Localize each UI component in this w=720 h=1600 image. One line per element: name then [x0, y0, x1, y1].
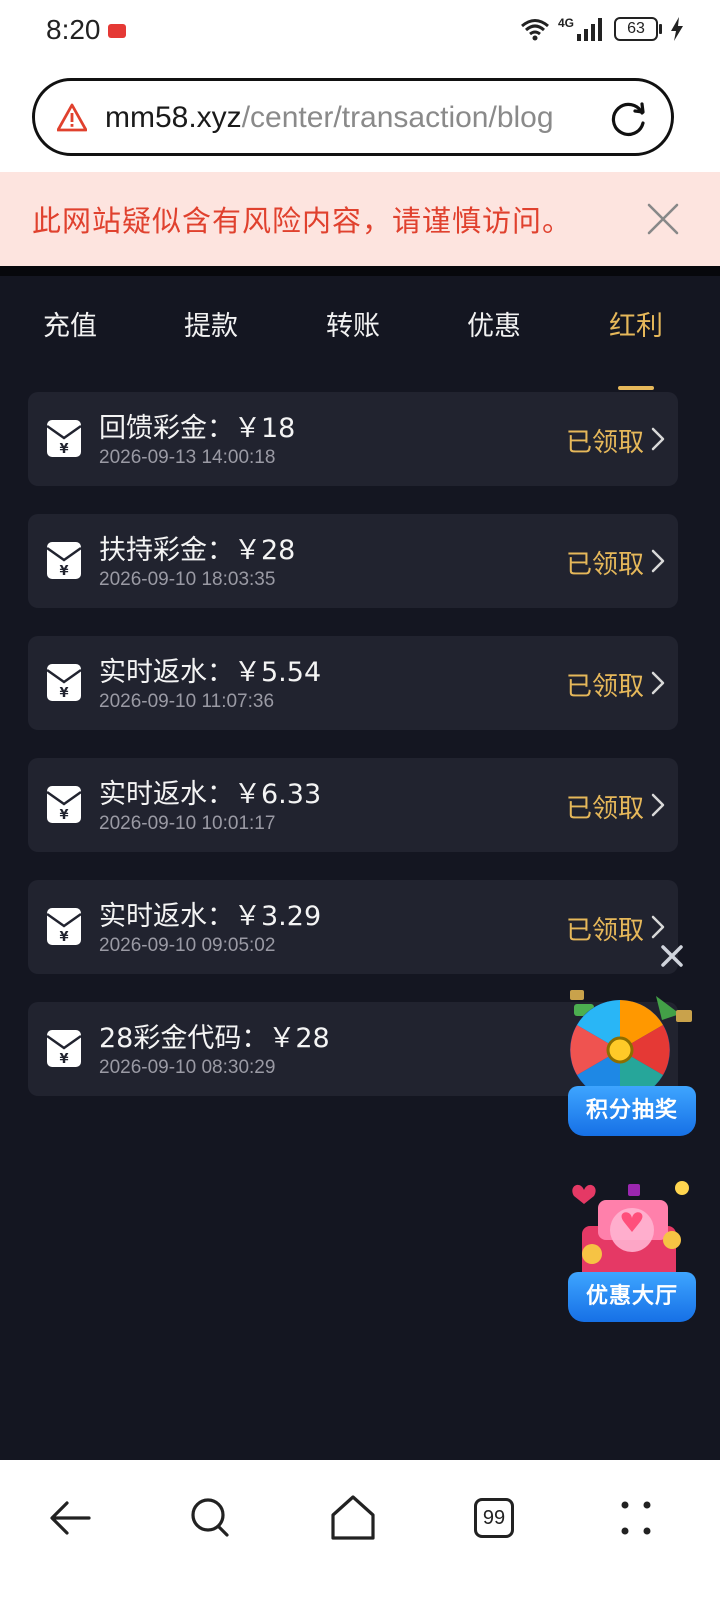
tab-bonus[interactable]: 红利: [586, 304, 686, 343]
active-tab-indicator: [618, 386, 654, 390]
record-time: 2026-09-10 18:03:35: [99, 569, 276, 590]
record-time: 2026-09-13 14:00:18: [99, 447, 276, 468]
status-bar: 8:20 4G 63: [0, 0, 720, 64]
risk-warning-banner: 此网站疑似含有风险内容，请谨慎访问。: [0, 172, 720, 266]
record-status: 已领取: [565, 794, 644, 824]
record-title: 扶持彩金：￥28: [99, 535, 296, 566]
bonus-record[interactable]: ¥ 实时返水：￥5.54 2026-09-10 11:07:36 已领取: [28, 636, 678, 730]
tab-count: 99: [474, 1498, 514, 1538]
back-arrow-icon[interactable]: [41, 1488, 101, 1548]
tab-deposit[interactable]: 充值: [20, 304, 120, 343]
home-icon[interactable]: [323, 1488, 383, 1548]
transaction-tabs: 充值 提款 转账 优惠 红利: [0, 294, 720, 390]
bonus-record[interactable]: ¥ 扶持彩金：￥28 2026-09-10 18:03:35 已领取: [28, 514, 678, 608]
chevron-right-icon: [651, 427, 665, 451]
address-bar[interactable]: mm58.xyz/center/transaction/blog: [32, 78, 674, 156]
record-time: 2026-09-10 11:07:36: [99, 691, 275, 712]
reload-icon[interactable]: [609, 99, 649, 139]
record-status: 已领取: [565, 672, 644, 702]
record-title: 回馈彩金：￥18: [99, 413, 296, 444]
chevron-right-icon: [651, 549, 665, 573]
record-status: 已领取: [565, 550, 644, 580]
red-envelope-icon: ¥: [46, 420, 82, 457]
svg-text:¥: ¥: [59, 564, 68, 579]
bonus-record[interactable]: ¥ 实时返水：￥3.29 2026-09-10 09:05:02 已领取: [28, 880, 678, 974]
record-title: 实时返水：￥5.54: [99, 657, 322, 688]
notification-icon: [108, 24, 126, 38]
points-lottery-label: 积分抽奖: [568, 1086, 696, 1136]
tabs-icon[interactable]: 99: [464, 1488, 524, 1548]
red-envelope-icon: ¥: [46, 786, 82, 823]
record-status: 已领取: [565, 428, 644, 458]
svg-text:¥: ¥: [59, 930, 68, 945]
chevron-right-icon: [651, 915, 665, 939]
close-icon[interactable]: [646, 202, 680, 236]
red-envelope-icon: ¥: [46, 664, 82, 701]
svg-text:¥: ¥: [59, 808, 68, 823]
url-text[interactable]: mm58.xyz/center/transaction/blog: [105, 97, 581, 139]
tab-transfer[interactable]: 转账: [303, 304, 403, 343]
promo-hall-widget[interactable]: 优惠大厅: [568, 1170, 696, 1322]
tab-withdraw[interactable]: 提款: [161, 304, 261, 343]
menu-dots-icon[interactable]: [606, 1488, 666, 1548]
network-type: 4G: [557, 16, 574, 30]
promo-hall-label: 优惠大厅: [568, 1272, 696, 1322]
url-path: /center/transaction/blog: [241, 101, 554, 134]
svg-text:¥: ¥: [59, 442, 68, 457]
chevron-right-icon: [651, 793, 665, 817]
record-title: 实时返水：￥3.29: [99, 901, 322, 932]
charging-bolt-icon: [671, 17, 683, 41]
status-time: 8:20: [46, 14, 101, 45]
record-time: 2026-09-10 10:01:17: [99, 813, 276, 834]
record-time: 2026-09-10 08:30:29: [99, 1057, 276, 1078]
close-float-icon[interactable]: [660, 944, 684, 968]
points-lottery-widget[interactable]: 积分抽奖: [568, 984, 696, 1136]
tab-promotion[interactable]: 优惠: [444, 304, 544, 343]
status-icons: 4G 63: [520, 16, 684, 42]
wifi-icon: [521, 19, 549, 41]
search-icon[interactable]: [180, 1488, 240, 1548]
battery-level: 63: [614, 17, 658, 41]
record-title: 实时返水：￥6.33: [99, 779, 322, 810]
record-title: 28彩金代码：￥28: [99, 1023, 330, 1054]
transaction-page: 充值 提款 转账 优惠 红利 ¥ 回馈彩金：￥18 2026-09-13 14:…: [0, 266, 720, 1460]
signal-icon: [577, 18, 602, 41]
red-envelope-icon: ¥: [46, 908, 82, 945]
warning-triangle-icon[interactable]: [57, 103, 87, 133]
chevron-right-icon: [651, 671, 665, 695]
url-domain: mm58.xyz: [105, 101, 242, 134]
record-time: 2026-09-10 09:05:02: [99, 935, 276, 956]
bonus-record[interactable]: ¥ 实时返水：￥6.33 2026-09-10 10:01:17 已领取: [28, 758, 678, 852]
bonus-record[interactable]: ¥ 回馈彩金：￥18 2026-09-13 14:00:18 已领取: [28, 392, 678, 486]
svg-text:¥: ¥: [59, 686, 68, 701]
red-envelope-icon: ¥: [46, 542, 82, 579]
record-status: 已领取: [565, 916, 644, 946]
risk-warning-text: 此网站疑似含有风险内容，请谨慎访问。: [32, 204, 573, 238]
red-envelope-icon: ¥: [46, 1030, 82, 1067]
svg-text:¥: ¥: [59, 1052, 68, 1067]
battery-indicator: 63: [614, 17, 662, 41]
browser-bottom-nav: 99: [0, 1460, 720, 1600]
